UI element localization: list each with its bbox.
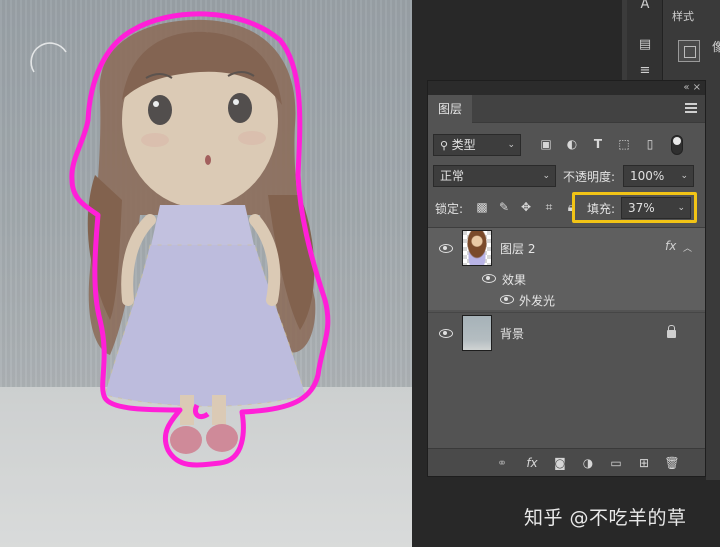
blend-mode-value: 正常 <box>440 169 465 183</box>
layers-tab-row: 图层 <box>428 95 705 123</box>
filter-kind-label: 类型 <box>451 138 476 152</box>
fx-icon[interactable]: fx <box>524 455 540 471</box>
outer-glow-eye-icon[interactable] <box>500 294 514 304</box>
lock-artboard-icon[interactable]: ⌗ <box>541 199 557 215</box>
far-right-panel <box>706 80 720 480</box>
trash-icon[interactable]: 🗑︎ <box>664 455 680 471</box>
lock-brush-icon[interactable]: ✎ <box>496 199 512 215</box>
layers-list: 图层 2 fx ︿ 效果 外发光 背景 <box>428 227 705 447</box>
filter-kind-select[interactable]: ⚲ 类型 ⌄ <box>433 134 521 156</box>
lock-label: 锁定: <box>435 202 464 216</box>
opacity-input[interactable]: 100% ⌄ <box>623 165 694 187</box>
effects-visibility-eye-icon[interactable] <box>482 273 496 283</box>
visibility-eye-icon[interactable] <box>439 243 453 253</box>
layers-bottom-bar: ⚭ fx ◙ ◑ ▭ ⊞ 🗑︎ <box>428 448 705 476</box>
chevron-down-icon: ⌄ <box>507 140 515 150</box>
panel-toggle-icon[interactable]: ▤ <box>636 36 654 54</box>
folder-icon[interactable]: ▭ <box>608 455 624 471</box>
adjustment-icon[interactable]: ◑ <box>580 455 596 471</box>
blend-opacity-row: 正常 ⌄ 不透明度: 100% ⌄ <box>428 165 705 189</box>
chevron-down-icon: ⌄ <box>542 171 550 181</box>
shape-filter-icon[interactable]: ⬚ <box>616 136 632 152</box>
layer-fx-badge[interactable]: fx <box>665 239 676 253</box>
layer-row-background[interactable]: 背景 <box>428 312 705 352</box>
fill-highlight-box <box>572 192 697 223</box>
doll-image <box>0 0 412 547</box>
blend-mode-select[interactable]: 正常 ⌄ <box>433 165 556 187</box>
styles-panel: 样式 像 <box>664 0 720 80</box>
lock-position-icon[interactable]: ✥ <box>518 199 534 215</box>
layer-lock-icon <box>667 325 676 338</box>
mask-icon[interactable]: ◙ <box>552 455 568 471</box>
collapse-icon[interactable]: « × <box>683 81 701 95</box>
panel-drag-bar[interactable]: « × <box>428 81 705 95</box>
chevron-up-icon[interactable]: ︿ <box>683 241 692 254</box>
outer-glow-label: 外发光 <box>519 294 556 308</box>
adjustment-filter-icon[interactable]: ◐ <box>564 136 580 152</box>
tool-icon-column: A ▤ ≡ <box>627 0 663 80</box>
opacity-value: 100% <box>630 169 665 183</box>
layer-filter-row: ⚲ 类型 ⌄ ▣ ◐ T ⬚ ▯ <box>428 133 705 157</box>
style-swatch-icon[interactable] <box>678 40 700 62</box>
paragraph-icon[interactable]: ≡ <box>636 62 654 80</box>
layer-effect-outer-glow[interactable]: 外发光 <box>428 288 705 310</box>
panel-menu-icon[interactable] <box>685 103 697 113</box>
layer-name[interactable]: 背景 <box>500 325 524 342</box>
lock-transparency-icon[interactable]: ▩ <box>474 199 490 215</box>
filter-toggle[interactable] <box>671 135 683 155</box>
tab-layers[interactable]: 图层 <box>428 95 473 123</box>
layer-row-layer2[interactable]: 图层 2 fx ︿ <box>428 228 705 268</box>
effects-label: 效果 <box>502 273 527 287</box>
opacity-label: 不透明度: <box>563 170 616 184</box>
search-icon: ⚲ <box>440 139 452 152</box>
type-filter-icon[interactable]: T <box>590 136 606 152</box>
chevron-down-icon: ⌄ <box>680 171 688 181</box>
watermark: 知乎 @不吃羊的草 <box>524 507 687 529</box>
pixel-filter-icon[interactable]: ▣ <box>538 136 554 152</box>
layer-effects-row[interactable]: 效果 <box>428 268 705 288</box>
new-layer-icon[interactable]: ⊞ <box>636 455 652 471</box>
layer-name[interactable]: 图层 2 <box>500 240 535 257</box>
styles-clipped-label: 像 <box>712 40 720 54</box>
layer-thumbnail <box>462 230 492 266</box>
smart-object-filter-icon[interactable]: ▯ <box>642 136 658 152</box>
document-canvas[interactable] <box>0 0 412 547</box>
layer-thumbnail <box>462 315 492 351</box>
link-icon[interactable]: ⚭ <box>494 455 510 471</box>
character-icon[interactable]: A <box>636 0 654 14</box>
tab-styles[interactable]: 样式 <box>672 8 694 24</box>
layers-panel: « × 图层 ⚲ 类型 ⌄ ▣ ◐ T ⬚ ▯ 正常 ⌄ 不透明度: 100% … <box>427 80 706 477</box>
visibility-eye-icon[interactable] <box>439 328 453 338</box>
